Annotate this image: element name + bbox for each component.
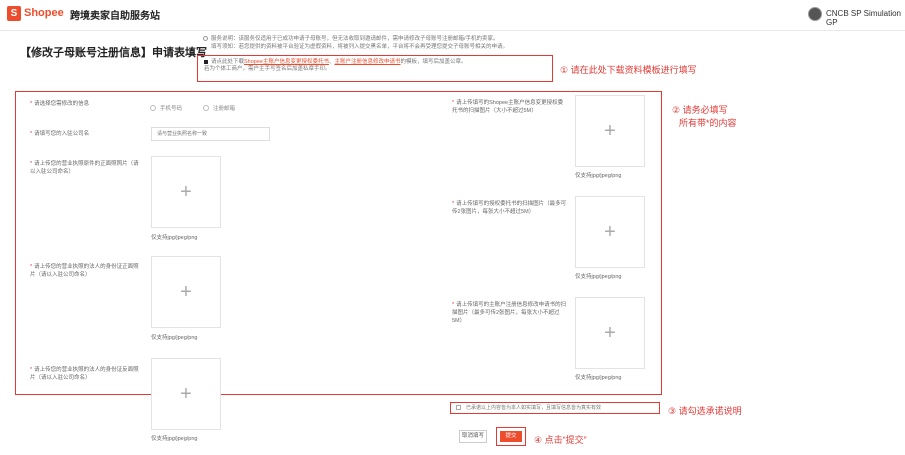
submit-button[interactable]: 提交 xyxy=(500,431,522,442)
radio-option-phone[interactable]: 手机号码 xyxy=(150,99,182,117)
page-title: 【修改子母账号注册信息】申请表填写 xyxy=(20,47,207,59)
service-notice: 服务说明：该服务仅适用于已成功申请子母账号，但无法收取到邀请邮件，需申请修改子母… xyxy=(203,36,553,43)
shopee-logo-text[interactable]: Shopee xyxy=(24,7,64,19)
license-upload-hint: 仅支持jpg/jpeg/png xyxy=(151,235,198,241)
change-info-label: * 请选择您需修改的信息 xyxy=(30,100,89,108)
authorization-letter-label: * 请上传填写的Shopee主账户信息变更授权委托书的扫描图片（大小不超过5M） xyxy=(452,99,567,115)
bullet-icon xyxy=(204,59,208,64)
template-prefix: 请点此处下载 xyxy=(211,59,245,65)
id-back-upload-hint: 仅支持jpg/jpeg/png xyxy=(151,436,198,442)
proxy-letter-label: * 请上传填写的授权委托书的扫描图片（最多可传2张图片，每张大小不超过5M） xyxy=(452,200,567,216)
authorization-letter-label-text: 请上传填写的Shopee主账户信息变更授权委托书的扫描图片（大小不超过5M） xyxy=(452,100,564,114)
proxy-letter-upload[interactable]: + xyxy=(575,196,645,268)
change-info-label-text: 请选择您需修改的信息 xyxy=(34,101,90,107)
id-front-upload[interactable]: + xyxy=(151,256,221,328)
required-mark: * xyxy=(30,367,33,373)
annotation-2-line1: ② 请务必填写 xyxy=(672,105,728,115)
modify-request-label: * 请上传填写的主账户注册信息修改申请书的扫描图片（最多可传2张图片，每张大小不超… xyxy=(452,301,567,325)
annotation-4: ④ 点击“提交” xyxy=(534,435,587,445)
radio-icon[interactable] xyxy=(150,104,156,111)
template-suffix: 的模板，填写后加盖公章。 xyxy=(400,59,467,65)
proxy-letter-upload-hint: 仅支持jpg/jpeg/png xyxy=(575,274,622,280)
id-back-label: * 请上传您的营业执照的法人的身份证反面照片（请以入驻公司命名） xyxy=(30,366,140,382)
radio-icon[interactable] xyxy=(203,104,209,111)
required-mark: * xyxy=(452,302,455,308)
annotation-3: ③ 请勾选承诺说明 xyxy=(668,406,742,416)
id-front-label-text: 请上传您的营业执照的法人的身份证正面照片（请以入驻公司命名） xyxy=(30,264,139,278)
required-mark: * xyxy=(30,161,33,167)
authorization-letter-upload[interactable]: + xyxy=(575,95,645,167)
required-mark: * xyxy=(30,264,33,270)
pledge-checkbox[interactable] xyxy=(456,405,461,410)
authorization-letter-upload-hint: 仅支持jpg/jpeg/png xyxy=(575,173,622,179)
radio-option-email[interactable]: 注册邮箱 xyxy=(203,99,235,117)
license-label-text: 请上传您的营业执照原件的正面照照片（请以入驻公司命名） xyxy=(30,161,139,175)
id-back-label-text: 请上传您的营业执照的法人的身份证反面照片（请以入驻公司命名） xyxy=(30,367,139,381)
user-name[interactable]: CNCB SP Simulation GP xyxy=(826,9,905,27)
fill-notice: 填写须知：若您提供的资料被平台验证为虚假资料，将被列入提交黑名单，平台将不会再受… xyxy=(211,44,561,51)
pledge-text[interactable]: 已承诺以上内容皆为本人如实填写，且填写信息皆为真实有效 xyxy=(466,404,601,411)
company-name-label: * 请填写您的入驻公司名 xyxy=(30,130,89,138)
download-modify-request-link[interactable]: 主账户注册信息修改申请书 xyxy=(335,59,401,65)
download-authorization-link[interactable]: Shopee主账户信息变更授权委托书 xyxy=(244,59,329,65)
id-front-upload-hint: 仅支持jpg/jpeg/png xyxy=(151,335,198,341)
modify-request-upload[interactable]: + xyxy=(575,297,645,369)
radio-label-email: 注册邮箱 xyxy=(213,105,236,112)
avatar[interactable] xyxy=(808,7,822,21)
service-notice-text: 服务说明：该服务仅适用于已成功申请子母账号，但无法收取到邀请邮件，需申请修改子母… xyxy=(211,36,499,42)
form-highlight xyxy=(15,91,662,395)
modify-request-upload-hint: 仅支持jpg/jpeg/png xyxy=(575,375,622,381)
license-label: * 请上传您的营业执照原件的正面照照片（请以入驻公司命名） xyxy=(30,160,140,176)
cancel-button[interactable]: 取消填写 xyxy=(459,430,487,443)
proxy-letter-label-text: 请上传填写的授权委托书的扫描图片（最多可传2张图片，每张大小不超过5M） xyxy=(452,201,567,215)
shopee-bag-icon[interactable]: S xyxy=(7,6,21,21)
fill-notice-text: 填写须知：若您提供的资料被平台验证为虚假资料，将被列入提交黑名单，平台将不会再受… xyxy=(211,44,509,50)
required-mark: * xyxy=(452,100,455,106)
annotation-2-line2: 所有带*的内容 xyxy=(679,118,737,128)
info-icon xyxy=(203,36,208,42)
license-upload[interactable]: + xyxy=(151,156,221,228)
id-front-label: * 请上传您的营业执照的法人的身份证正面照片（请以入驻公司命名） xyxy=(30,263,140,279)
required-mark: * xyxy=(452,201,455,207)
company-name-label-text: 请填写您的入驻公司名 xyxy=(34,131,90,137)
template-line2: 若为个体工商户，需户主手写签名后加盖私章手印。 xyxy=(204,66,331,72)
required-mark: * xyxy=(30,101,33,107)
radio-label-phone: 手机号码 xyxy=(160,105,183,112)
annotation-1: ① 请在此处下载资料模板进行填写 xyxy=(560,65,697,75)
modify-request-label-text: 请上传填写的主账户注册信息修改申请书的扫描图片（最多可传2张图片，每张大小不超过… xyxy=(452,302,567,324)
company-name-input[interactable] xyxy=(151,127,270,141)
template-download-notice: 请点此处下载Shopee主账户信息变更授权委托书、主账户注册信息修改申请书的模板… xyxy=(204,59,549,73)
site-title: 跨境卖家自助服务站 xyxy=(70,11,160,22)
id-back-upload[interactable]: + xyxy=(151,358,221,430)
required-mark: * xyxy=(30,131,33,137)
